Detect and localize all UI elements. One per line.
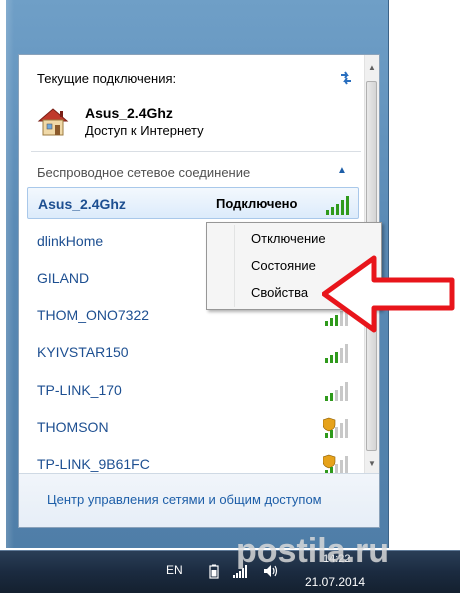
current-connection-status: Доступ к Интернету bbox=[85, 123, 204, 138]
menu-item-label: Отключение bbox=[251, 231, 326, 246]
signal-icon bbox=[326, 196, 349, 215]
chevron-up-icon[interactable]: ▲ bbox=[337, 165, 347, 176]
menu-item-label: Состояние bbox=[251, 258, 316, 273]
network-name: Asus_2.4Ghz bbox=[38, 196, 126, 212]
current-connection-name: Asus_2.4Ghz bbox=[85, 105, 173, 121]
frame-glow bbox=[6, 0, 14, 548]
refresh-icon[interactable] bbox=[337, 69, 355, 87]
network-item[interactable]: THOMSON bbox=[27, 411, 359, 443]
network-item[interactable]: Asus_2.4Ghz Подключено bbox=[27, 187, 359, 219]
wireless-section-label: Беспроводное сетевое соединение bbox=[37, 165, 251, 180]
scroll-down-arrow-icon[interactable]: ▼ bbox=[365, 457, 379, 471]
signal-icon bbox=[325, 382, 348, 401]
signal-icon bbox=[325, 344, 348, 363]
house-network-icon bbox=[37, 108, 69, 136]
battery-icon[interactable] bbox=[206, 563, 222, 579]
menu-item-label: Свойства bbox=[251, 285, 309, 300]
shield-icon bbox=[323, 417, 336, 432]
network-item[interactable]: TP-LINK_170 bbox=[27, 374, 359, 406]
network-name: dlinkHome bbox=[37, 233, 104, 249]
network-center-link[interactable]: Центр управления сетями и общим доступом bbox=[47, 492, 322, 507]
network-name: GILAND bbox=[37, 270, 90, 286]
signal-icon bbox=[323, 417, 348, 438]
network-name: TP-LINK_170 bbox=[37, 382, 122, 398]
scroll-up-arrow-icon[interactable]: ▲ bbox=[365, 61, 379, 75]
watermark: postila.ru bbox=[236, 532, 390, 570]
language-indicator[interactable]: EN bbox=[166, 563, 183, 577]
current-connection: Asus_2.4Ghz Доступ к Интернету bbox=[35, 99, 335, 143]
taskbar: EN 14:22 21.07.2014 bbox=[0, 550, 460, 593]
current-connections-label: Текущие подключения: bbox=[37, 71, 177, 86]
network-name: THOM_ONO7322 bbox=[37, 307, 150, 323]
popup-footer: Центр управления сетями и общим доступом bbox=[19, 474, 379, 527]
network-item[interactable]: KYIVSTAR150 bbox=[27, 336, 359, 368]
network-name: THOMSON bbox=[37, 419, 109, 435]
section-divider bbox=[31, 151, 361, 152]
arrow-pointer-icon bbox=[322, 255, 455, 333]
menu-item-disconnect[interactable]: Отключение bbox=[207, 226, 381, 252]
network-state: Подключено bbox=[216, 196, 298, 211]
network-name: KYIVSTAR150 bbox=[37, 344, 129, 360]
shield-icon bbox=[323, 454, 336, 469]
network-name: TP-LINK_9B61FC bbox=[37, 456, 150, 472]
clock-date[interactable]: 21.07.2014 bbox=[305, 575, 365, 589]
